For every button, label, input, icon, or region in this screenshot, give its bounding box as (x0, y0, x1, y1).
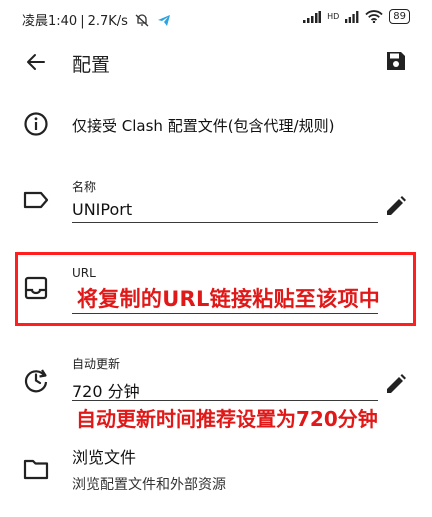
mute-alarm-icon (135, 14, 149, 27)
battery-indicator: 89 (389, 9, 410, 24)
status-bar-right: HD 89 (303, 9, 410, 24)
network-type: HD (327, 11, 340, 21)
back-arrow-icon[interactable] (24, 50, 48, 74)
update-clock-icon (24, 369, 48, 393)
edit-pencil-icon[interactable] (384, 372, 408, 396)
info-icon (24, 112, 48, 136)
auto-update-field[interactable]: 720 分钟 (72, 378, 140, 402)
folder-icon[interactable] (22, 455, 50, 483)
page-title: 配置 (72, 54, 111, 76)
browse-files-subtitle: 浏览配置文件和外部资源 (72, 477, 226, 493)
label-tag-icon (23, 191, 49, 209)
edit-pencil-icon[interactable] (384, 194, 408, 218)
signal-icon-2 (345, 10, 359, 23)
url-hint-annotation: 将复制的URL链接粘贴至该项中 (77, 287, 381, 311)
save-icon[interactable] (385, 50, 407, 72)
name-field[interactable]: UNIPort (72, 200, 132, 219)
status-bar-left: 凌晨1:40 | 2.7K/s (22, 10, 171, 29)
status-time: 凌晨1:40 (22, 14, 78, 29)
auto-update-underline (72, 400, 378, 401)
status-speed: 2.7K/s (87, 14, 128, 29)
name-field-underline (72, 222, 378, 223)
signal-icon (303, 10, 322, 23)
name-field-label: 名称 (72, 180, 97, 194)
browse-files-title[interactable]: 浏览文件 (72, 444, 136, 468)
wifi-icon (365, 10, 383, 23)
telegram-icon (158, 15, 171, 26)
update-hint-annotation: 自动更新时间推荐设置为720分钟 (76, 407, 378, 431)
status-separator: | (80, 14, 85, 29)
info-text: 仅接受 Clash 配置文件(包含代理/规则) (72, 117, 335, 135)
auto-update-label: 自动更新 (72, 357, 121, 371)
